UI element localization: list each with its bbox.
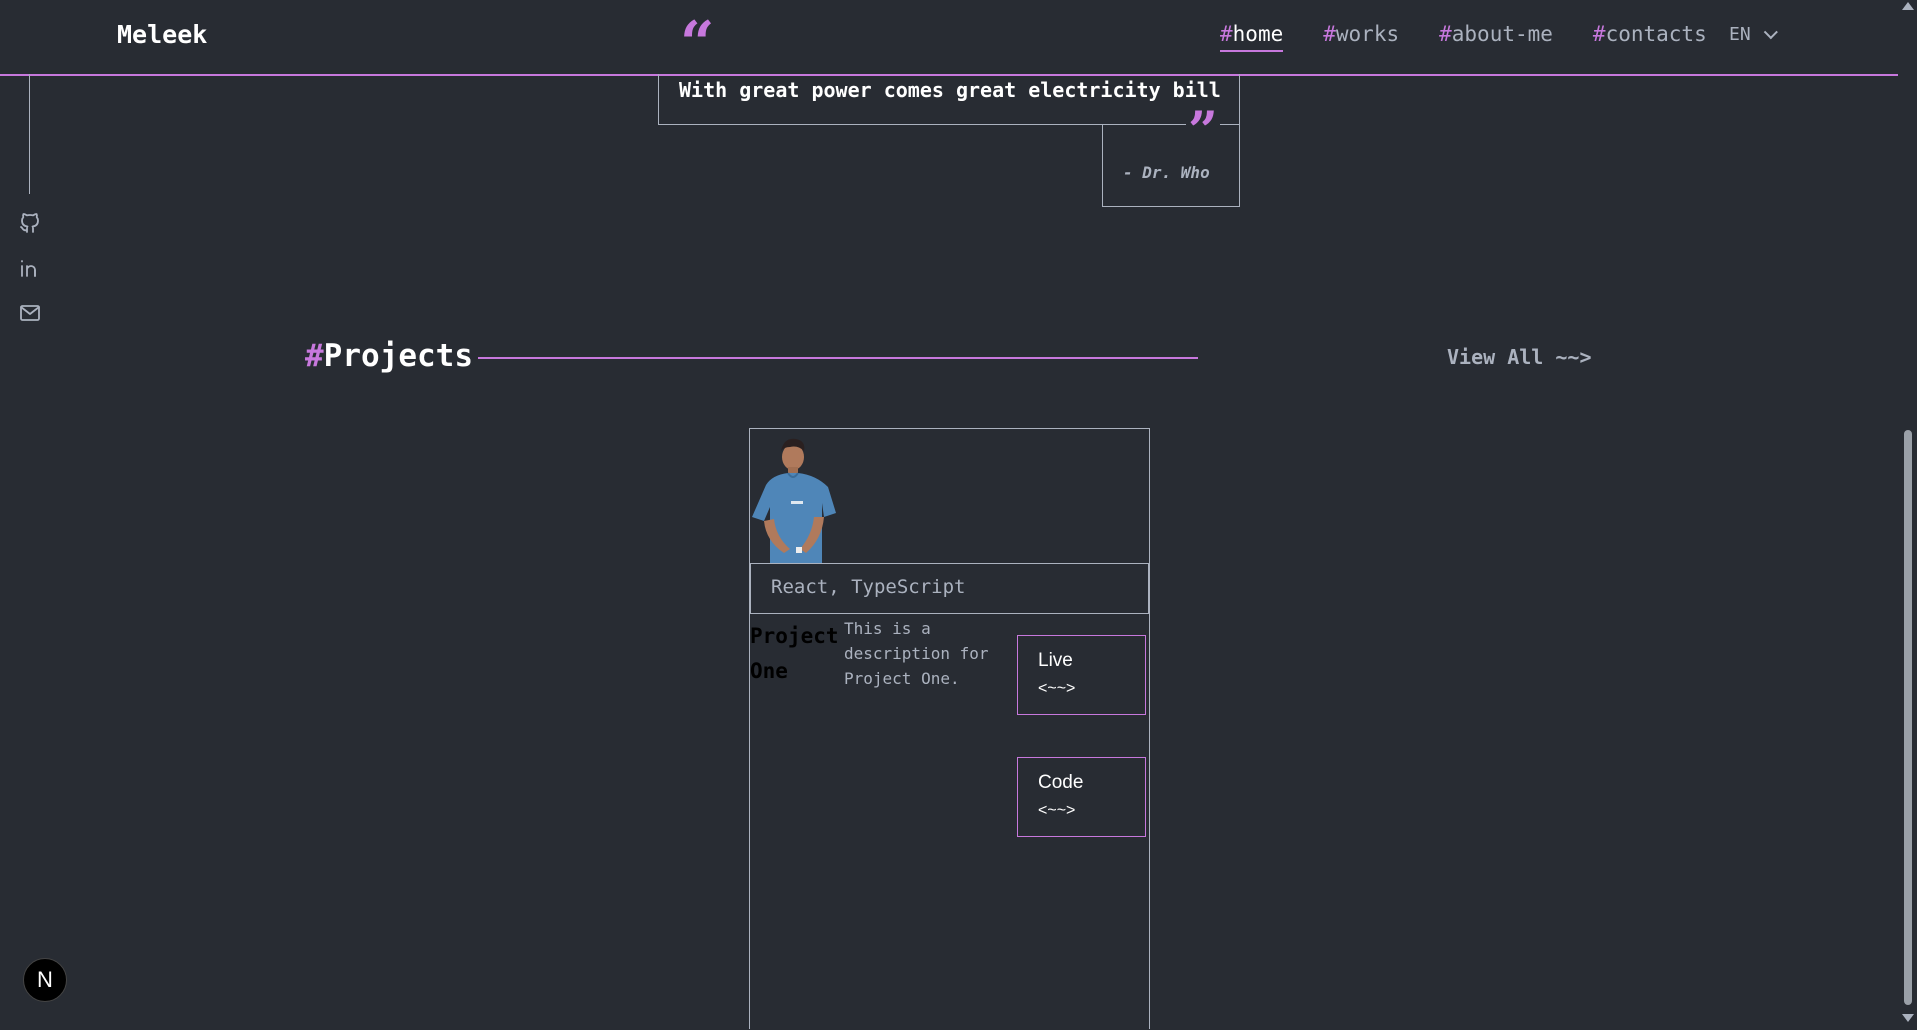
nav-link-works[interactable]: #works	[1323, 22, 1399, 46]
tech-stack-label: React, TypeScript	[771, 576, 966, 598]
quote-box: With great power comes great electricity…	[658, 74, 1240, 125]
quote-text: With great power comes great electricity…	[679, 78, 1221, 102]
sidebar-divider	[29, 74, 30, 194]
nav-link-about-me[interactable]: #about-me	[1439, 22, 1553, 46]
close-quote-icon: ”	[1188, 101, 1218, 162]
view-all-link[interactable]: View All ~~>	[1447, 345, 1592, 369]
arrow-icon: <~~>	[1038, 802, 1076, 819]
scroll-up-arrow-icon[interactable]	[1902, 2, 1914, 10]
project-tech-stack: React, TypeScript	[750, 563, 1149, 614]
project-name: Project One	[750, 624, 839, 683]
site-header: Meleek #home #works #about-me #contacts …	[0, 0, 1898, 76]
site-logo[interactable]: Meleek	[117, 20, 207, 49]
arrow-icon: <~~>	[1038, 680, 1076, 697]
linkedin-icon[interactable]	[18, 256, 42, 280]
scroll-down-arrow-icon[interactable]	[1902, 1014, 1914, 1022]
nav-link-contacts[interactable]: #contacts	[1593, 22, 1707, 46]
chevron-down-icon	[1763, 25, 1778, 40]
live-button[interactable]: Live <~~>	[1017, 635, 1146, 715]
main-nav: #home #works #about-me #contacts	[1220, 22, 1707, 52]
code-button[interactable]: Code <~~>	[1017, 757, 1146, 837]
github-icon[interactable]	[18, 211, 42, 235]
project-description: This is a description for Project One.	[844, 619, 989, 688]
language-select[interactable]: EN	[1729, 24, 1778, 45]
projects-section-title: #Projects	[305, 338, 473, 374]
project-image	[750, 429, 1149, 564]
scrollbar-thumb[interactable]	[1904, 430, 1912, 1005]
open-quote-icon: “	[680, 9, 715, 79]
language-value: EN	[1729, 24, 1751, 45]
live-button-label: Live	[1038, 650, 1073, 671]
nav-link-home[interactable]: #home	[1220, 22, 1284, 52]
email-icon[interactable]	[18, 301, 42, 325]
quote-author: - Dr. Who	[1123, 163, 1210, 182]
next-dev-badge[interactable]: N	[23, 958, 67, 1002]
project-card: React, TypeScript Project One This is a …	[749, 428, 1150, 1029]
section-title-line	[478, 357, 1198, 359]
code-button-label: Code	[1038, 772, 1084, 793]
person-photo	[752, 438, 836, 563]
